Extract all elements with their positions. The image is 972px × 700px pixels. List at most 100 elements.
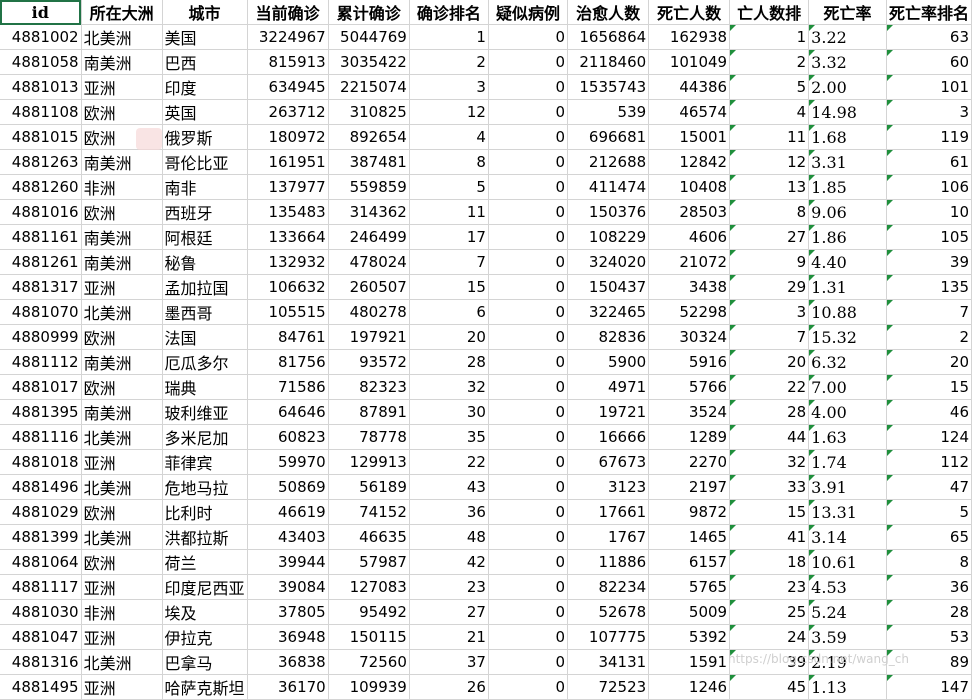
cell-deaths[interactable]: 5765 [648,574,731,600]
cell-cured[interactable]: 67673 [567,449,650,475]
cell-confirmed-rank[interactable]: 3 [409,74,489,100]
cell-confirmed-rank[interactable]: 12 [409,99,489,125]
cell-death-rate-rank[interactable]: 5 [886,499,972,525]
header-cell-cured[interactable]: 治愈人数 [567,0,650,25]
cell-confirmed-rank[interactable]: 30 [409,399,489,425]
cell-death-rank[interactable]: 27 [729,224,810,250]
cell-death-rate-rank[interactable]: 28 [886,599,972,625]
cell-id[interactable]: 4881029 [0,499,82,525]
cell-death-rate[interactable]: 10.88 [808,299,887,325]
cell-death-rate-rank[interactable]: 65 [886,524,972,550]
cell-deaths[interactable]: 1289 [648,424,731,450]
cell-suspected[interactable]: 0 [488,474,569,500]
cell-confirmed-rank[interactable]: 23 [409,574,489,600]
cell-city[interactable]: 阿根廷 [162,224,248,250]
cell-id[interactable]: 4881161 [0,224,82,250]
cell-current[interactable]: 137977 [247,174,329,200]
cell-confirmed-rank[interactable]: 5 [409,174,489,200]
cell-cured[interactable]: 150437 [567,274,650,300]
cell-death-rate[interactable]: 3.22 [808,24,887,50]
cell-cured[interactable]: 108229 [567,224,650,250]
cell-id[interactable]: 4881260 [0,174,82,200]
cell-total[interactable]: 246499 [328,224,410,250]
cell-suspected[interactable]: 0 [488,49,569,75]
cell-continent[interactable]: 欧洲 [81,324,163,350]
cell-death-rank[interactable]: 23 [729,574,810,600]
cell-cured[interactable]: 539 [567,99,650,125]
cell-total[interactable]: 95492 [328,599,410,625]
cell-total[interactable]: 197921 [328,324,410,350]
cell-deaths[interactable]: 28503 [648,199,731,225]
cell-continent[interactable]: 欧洲 [81,374,163,400]
header-cell-continent[interactable]: 所在大洲 [81,0,163,25]
cell-suspected[interactable]: 0 [488,549,569,575]
cell-death-rate[interactable]: 5.24 [808,599,887,625]
cell-deaths[interactable]: 1465 [648,524,731,550]
cell-deaths[interactable]: 3438 [648,274,731,300]
cell-death-rate[interactable]: 3.59 [808,624,887,650]
cell-current[interactable]: 36838 [247,649,329,675]
cell-deaths[interactable]: 2270 [648,449,731,475]
cell-total[interactable]: 387481 [328,149,410,175]
cell-city[interactable]: 孟加拉国 [162,274,248,300]
cell-id[interactable]: 4881317 [0,274,82,300]
cell-confirmed-rank[interactable]: 28 [409,349,489,375]
cell-continent[interactable]: 南美洲 [81,224,163,250]
cell-cured[interactable]: 150376 [567,199,650,225]
cell-continent[interactable]: 欧洲 [81,99,163,125]
cell-continent[interactable]: 南美洲 [81,49,163,75]
cell-cured[interactable]: 16666 [567,424,650,450]
cell-current[interactable]: 64646 [247,399,329,425]
header-cell-death-rate-rank[interactable]: 死亡率排名 [886,0,972,25]
cell-confirmed-rank[interactable]: 6 [409,299,489,325]
cell-city[interactable]: 危地马拉 [162,474,248,500]
cell-confirmed-rank[interactable]: 7 [409,249,489,275]
cell-current[interactable]: 46619 [247,499,329,525]
cell-city[interactable]: 俄罗斯 [162,124,248,150]
cell-death-rank[interactable]: 4 [729,99,810,125]
cell-id[interactable]: 4881496 [0,474,82,500]
cell-death-rate[interactable]: 1.85 [808,174,887,200]
cell-current[interactable]: 161951 [247,149,329,175]
cell-death-rate-rank[interactable]: 124 [886,424,972,450]
cell-total[interactable]: 150115 [328,624,410,650]
cell-death-rank[interactable]: 29 [729,274,810,300]
cell-total[interactable]: 559859 [328,174,410,200]
cell-confirmed-rank[interactable]: 32 [409,374,489,400]
cell-total[interactable]: 3035422 [328,49,410,75]
cell-confirmed-rank[interactable]: 48 [409,524,489,550]
cell-death-rate-rank[interactable]: 147 [886,674,972,700]
cell-id[interactable]: 4881316 [0,649,82,675]
cell-suspected[interactable]: 0 [488,124,569,150]
cell-confirmed-rank[interactable]: 42 [409,549,489,575]
cell-city[interactable]: 洪都拉斯 [162,524,248,550]
cell-cured[interactable]: 19721 [567,399,650,425]
cell-total[interactable]: 260507 [328,274,410,300]
cell-death-rate-rank[interactable]: 10 [886,199,972,225]
cell-deaths[interactable]: 15001 [648,124,731,150]
cell-death-rank[interactable]: 13 [729,174,810,200]
cell-continent[interactable]: 欧洲 [81,549,163,575]
cell-id[interactable]: 4881108 [0,99,82,125]
cell-total[interactable]: 56189 [328,474,410,500]
header-cell-total[interactable]: 累计确诊 [328,0,410,25]
cell-current[interactable]: 634945 [247,74,329,100]
cell-continent[interactable]: 非洲 [81,599,163,625]
header-cell-confirmed-rank[interactable]: 确诊排名 [409,0,489,25]
cell-current[interactable]: 39944 [247,549,329,575]
cell-total[interactable]: 480278 [328,299,410,325]
header-cell-deaths[interactable]: 死亡人数 [648,0,731,25]
cell-suspected[interactable]: 0 [488,349,569,375]
cell-current[interactable]: 132932 [247,249,329,275]
header-cell-current[interactable]: 当前确诊 [247,0,329,25]
cell-total[interactable]: 478024 [328,249,410,275]
cell-suspected[interactable]: 0 [488,249,569,275]
cell-death-rate[interactable]: 1.13 [808,674,887,700]
cell-current[interactable]: 71586 [247,374,329,400]
cell-cured[interactable]: 324020 [567,249,650,275]
cell-cured[interactable]: 17661 [567,499,650,525]
cell-death-rate[interactable]: 15.32 [808,324,887,350]
cell-cured[interactable]: 1535743 [567,74,650,100]
cell-total[interactable]: 2215074 [328,74,410,100]
cell-continent[interactable]: 北美洲 [81,299,163,325]
